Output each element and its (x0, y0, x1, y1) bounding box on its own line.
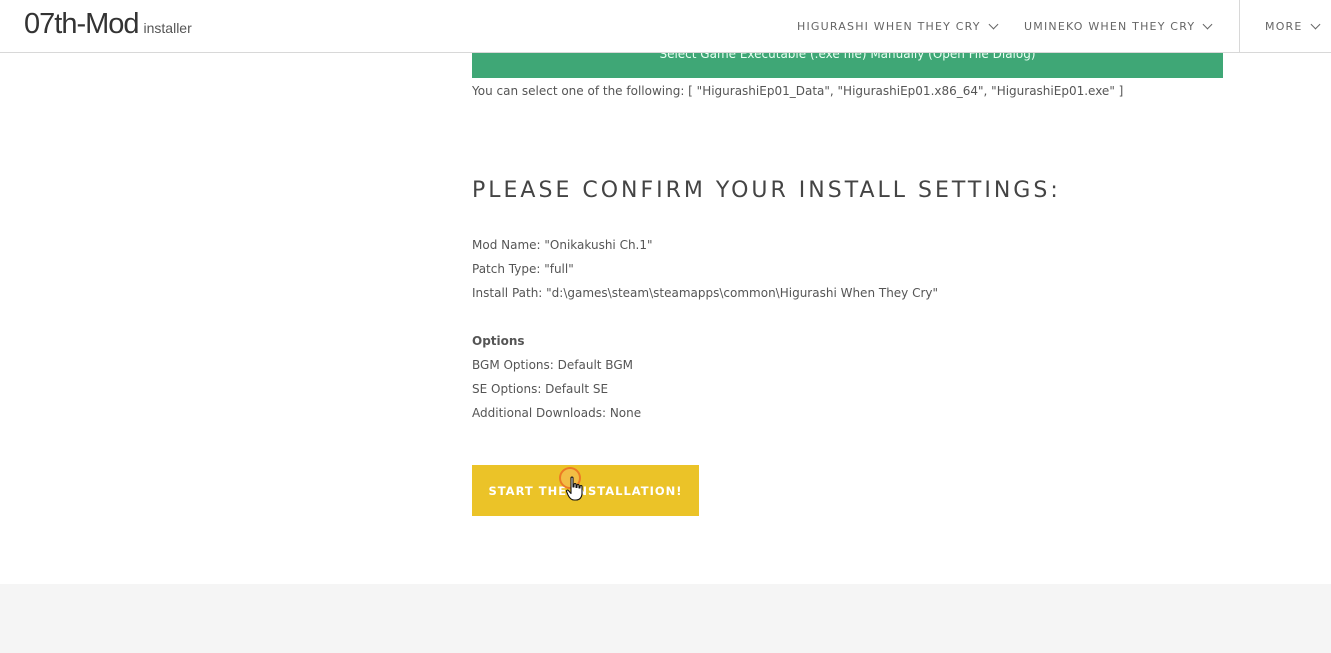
nav-divider (1239, 0, 1240, 52)
mod-name-text: Mod Name: "Onikakushi Ch.1" (472, 238, 653, 252)
top-navbar: 07th-Mod installer HIGURASHI WHEN THEY C… (0, 0, 1331, 53)
chevron-down-icon (1202, 19, 1213, 29)
site-logo[interactable]: 07th-Mod installer (24, 8, 192, 41)
nav-higurashi-label: HIGURASHI WHEN THEY CRY (797, 19, 981, 33)
nav-umineko-dropdown[interactable]: UMINEKO WHEN THEY CRY (1024, 0, 1213, 52)
confirm-settings-heading: PLEASE CONFIRM YOUR INSTALL SETTINGS: (472, 178, 1061, 203)
patch-type-text: Patch Type: "full" (472, 262, 574, 276)
brand-subtitle: installer (143, 20, 192, 36)
install-path-text: Install Path: "d:\games\steam\steamapps\… (472, 286, 939, 300)
se-options-text: SE Options: Default SE (472, 382, 609, 396)
executable-hint-text: You can select one of the following: [ "… (472, 84, 1124, 98)
nav-more-label: MORE (1265, 19, 1303, 33)
nav-more-dropdown[interactable]: MORE (1265, 0, 1320, 52)
brand-name: 07th-Mod (24, 8, 140, 40)
nav-umineko-label: UMINEKO WHEN THEY CRY (1024, 19, 1196, 33)
bgm-options-text: BGM Options: Default BGM (472, 358, 633, 372)
footer-section (0, 584, 1331, 653)
chevron-down-icon (988, 19, 999, 29)
hand-pointer-icon (566, 476, 583, 501)
nav-higurashi-dropdown[interactable]: HIGURASHI WHEN THEY CRY (797, 0, 999, 52)
additional-downloads-text: Additional Downloads: None (472, 406, 642, 420)
options-heading: Options (472, 334, 525, 348)
chevron-down-icon (1310, 19, 1320, 29)
start-installation-button[interactable]: START THE INSTALLATION! (472, 465, 699, 516)
start-installation-label: START THE INSTALLATION! (488, 483, 683, 498)
